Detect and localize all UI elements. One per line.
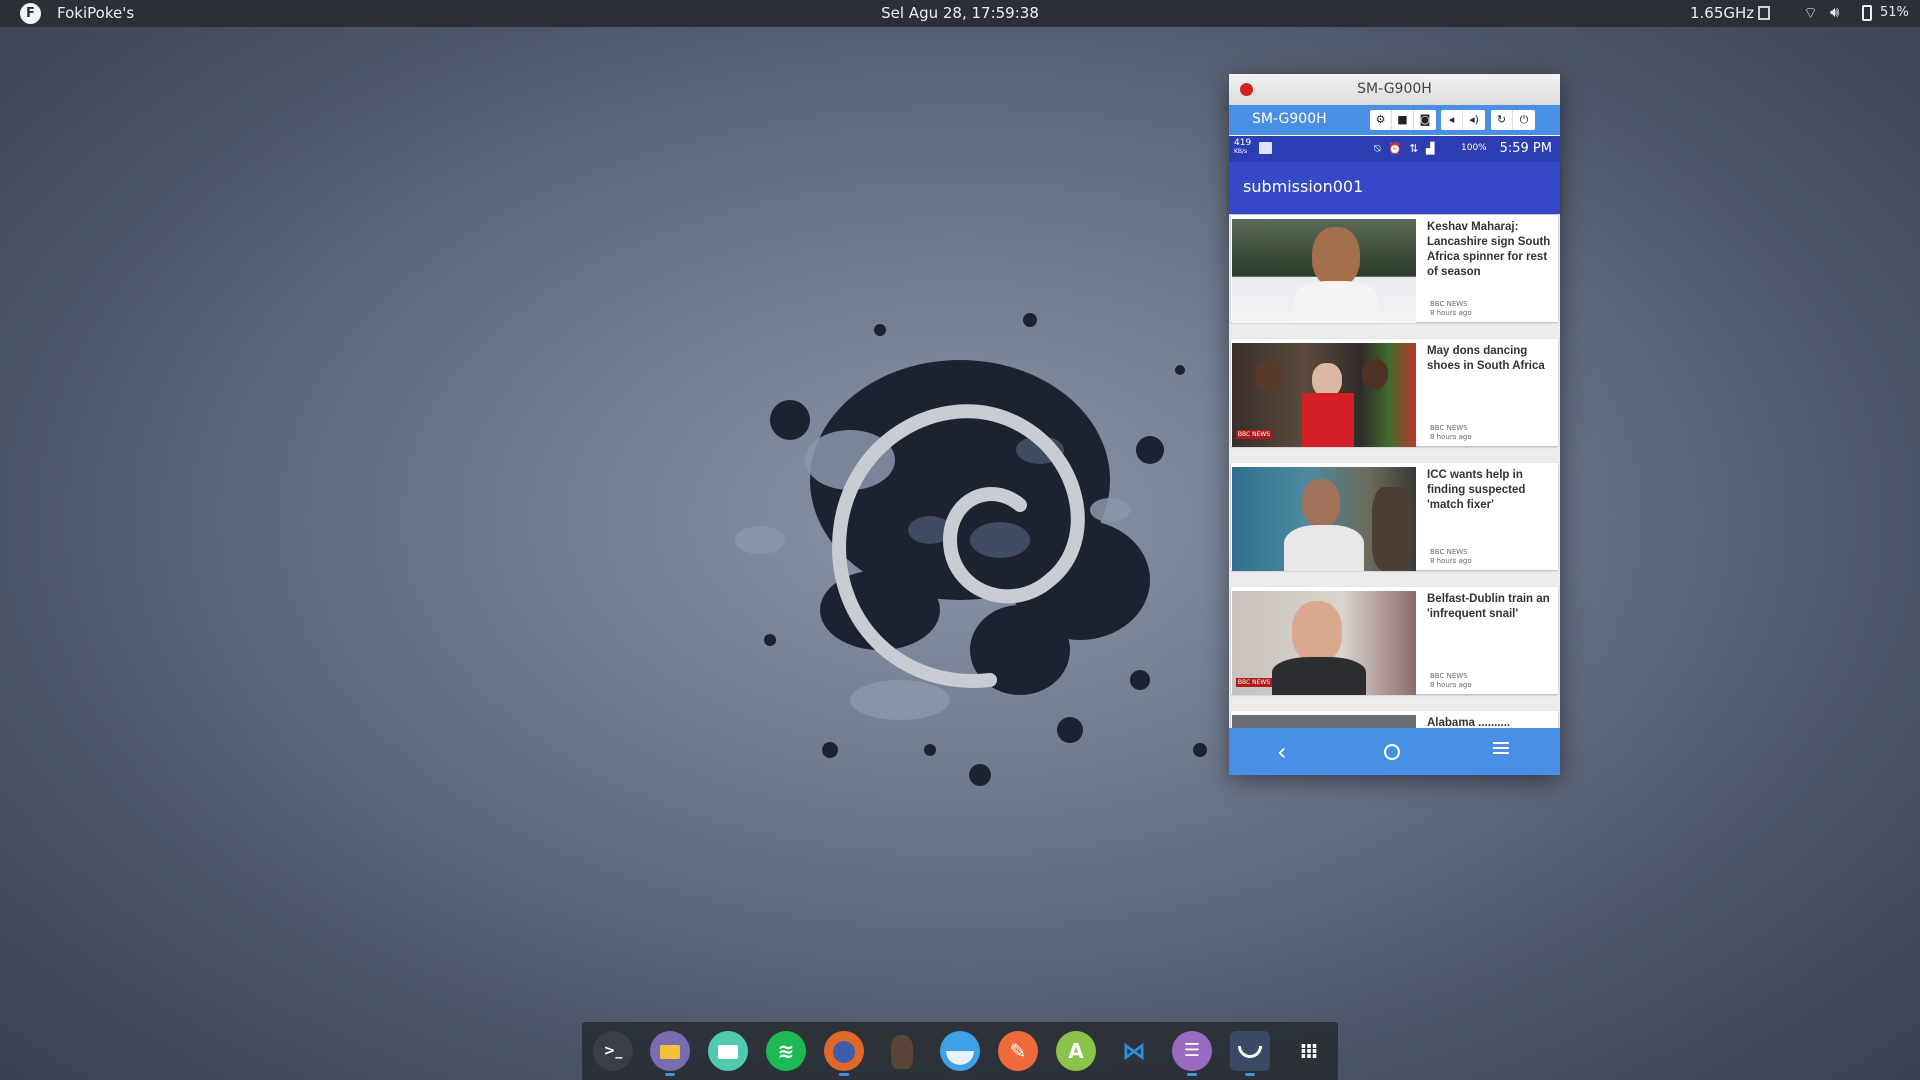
news-source: BBC NEWS — [1430, 424, 1468, 432]
spotify-icon[interactable]: ≋ — [766, 1031, 806, 1071]
news-headline: May dons dancing shoes in South Africa — [1427, 345, 1545, 372]
cpu-icon[interactable] — [1758, 6, 1770, 20]
android-studio-icon[interactable]: A — [1056, 1031, 1096, 1071]
news-headline: Keshav Maharaj: Lancashire sign South Af… — [1427, 221, 1551, 278]
back-icon[interactable]: ‹ — [1277, 738, 1287, 766]
news-time: 8 hours ago — [1430, 681, 1472, 689]
window-titlebar[interactable]: SM-G900H — [1229, 74, 1560, 105]
camera-icon[interactable]: ◙ — [1414, 110, 1436, 130]
close-icon[interactable] — [1240, 83, 1253, 96]
network-speed-unit: KB/s — [1234, 148, 1248, 155]
sketch-icon[interactable]: ✎ — [998, 1031, 1038, 1071]
window-title: SM-G900H — [1357, 81, 1432, 97]
news-list[interactable]: Keshav Maharaj: Lancashire sign South Af… — [1229, 215, 1560, 728]
news-source: BBC NEWS — [1430, 300, 1468, 308]
files-icon[interactable] — [650, 1031, 690, 1071]
screenshot-icon[interactable] — [1230, 1031, 1270, 1071]
menu-logo-icon[interactable]: F — [20, 3, 41, 24]
text-editor-icon[interactable]: ☰ — [1172, 1031, 1212, 1071]
top-panel: F FokiPoke's Sel Agu 28, 17:59:38 1.65GH… — [0, 0, 1920, 27]
news-card[interactable]: BBC NEWS Belfast-Dublin train an 'infreq… — [1231, 587, 1558, 695]
network-speed: 419 — [1234, 138, 1252, 148]
android-status-bar: 419 KB/s ⍉ ⏰ ⇅ ▟ 100% 5:59 PM — [1229, 136, 1560, 162]
rotate-icon[interactable]: ↻ — [1491, 110, 1513, 130]
news-thumbnail — [1232, 467, 1416, 571]
browser-icon[interactable] — [940, 1031, 980, 1071]
news-thumbnail: BBC NEWS — [1232, 343, 1416, 447]
news-card[interactable]: Keshav Maharaj: Lancashire sign South Af… — [1231, 215, 1558, 323]
debian-swirl-logo — [735, 313, 1207, 786]
wifi-icon[interactable]: ⌔ — [1803, 3, 1818, 23]
battery-percent[interactable]: 51% — [1880, 5, 1909, 20]
bbc-news-logo: BBC NEWS — [1236, 678, 1272, 687]
mail-icon[interactable] — [708, 1031, 748, 1071]
firefox-icon[interactable] — [824, 1031, 864, 1071]
news-thumbnail: BBC NEWS — [1232, 591, 1416, 695]
home-icon[interactable] — [1384, 744, 1400, 760]
app-grid-icon[interactable]: ⁝⁝⁝ — [1288, 1031, 1328, 1071]
news-card[interactable]: Alabama .......... — [1231, 711, 1558, 728]
device-toolbar: SM-G900H ⚙ ■ ◙ ◂ ◂) ↻ ⏻ — [1229, 105, 1560, 135]
active-app-name[interactable]: FokiPoke's — [57, 4, 134, 22]
terminal-icon[interactable]: >_ — [593, 1031, 633, 1071]
app-bar: submission001 — [1229, 162, 1560, 214]
device-name: SM-G900H — [1252, 111, 1327, 127]
phone-time: 5:59 PM — [1499, 141, 1552, 156]
news-time: 8 hours ago — [1430, 309, 1472, 317]
news-card[interactable]: ICC wants help in finding suspected 'mat… — [1231, 463, 1558, 571]
status-icons: ⍉ ⏰ ⇅ ▟ — [1374, 142, 1437, 155]
news-thumbnail — [1232, 715, 1416, 728]
volume-icon[interactable]: 🔊︎ — [1830, 3, 1839, 21]
news-headline: Alabama .......... — [1427, 717, 1511, 728]
clock[interactable]: Sel Agu 28, 17:59:38 — [881, 4, 1039, 22]
phone-mirror-window: SM-G900H SM-G900H ⚙ ■ ◙ ◂ ◂) ↻ ⏻ 419 KB/… — [1229, 74, 1560, 775]
dock: >_ ≋ ✎ A ⋈ ☰ ⁝⁝⁝ — [582, 1022, 1338, 1080]
text-editor-running-indicator — [1187, 1073, 1197, 1076]
news-time: 8 hours ago — [1430, 557, 1472, 565]
news-headline: ICC wants help in finding suspected 'mat… — [1427, 469, 1526, 511]
screenshot-running-indicator — [1245, 1073, 1255, 1076]
news-thumbnail — [1232, 219, 1416, 323]
news-card[interactable]: BBC NEWS May dons dancing shoes in South… — [1231, 339, 1558, 447]
firefox-running-indicator — [839, 1073, 849, 1076]
record-icon[interactable]: ■ — [1392, 110, 1414, 130]
android-nav-bar: ‹ — [1229, 728, 1560, 775]
news-time: 8 hours ago — [1430, 433, 1472, 441]
news-headline: Belfast-Dublin train an 'infrequent snai… — [1427, 593, 1550, 620]
phone-battery: 100% — [1461, 143, 1487, 153]
menu-icon[interactable] — [1493, 742, 1509, 757]
battery-icon[interactable] — [1862, 5, 1872, 21]
volume-down-icon[interactable]: ◂ — [1441, 110, 1463, 130]
news-source: BBC NEWS — [1430, 548, 1468, 556]
files-running-indicator — [665, 1073, 675, 1076]
power-icon[interactable]: ⏻ — [1513, 110, 1535, 130]
bbc-news-logo: BBC NEWS — [1236, 430, 1272, 439]
settings-icon[interactable]: ⚙ — [1370, 110, 1392, 130]
notification-icon — [1259, 142, 1272, 154]
news-source: BBC NEWS — [1430, 672, 1468, 680]
vscode-icon[interactable]: ⋈ — [1114, 1031, 1154, 1071]
volume-up-icon[interactable]: ◂) — [1463, 110, 1485, 130]
gimp-icon[interactable] — [882, 1031, 922, 1071]
cpu-frequency[interactable]: 1.65GHz — [1690, 4, 1754, 22]
app-title: submission001 — [1243, 177, 1364, 196]
